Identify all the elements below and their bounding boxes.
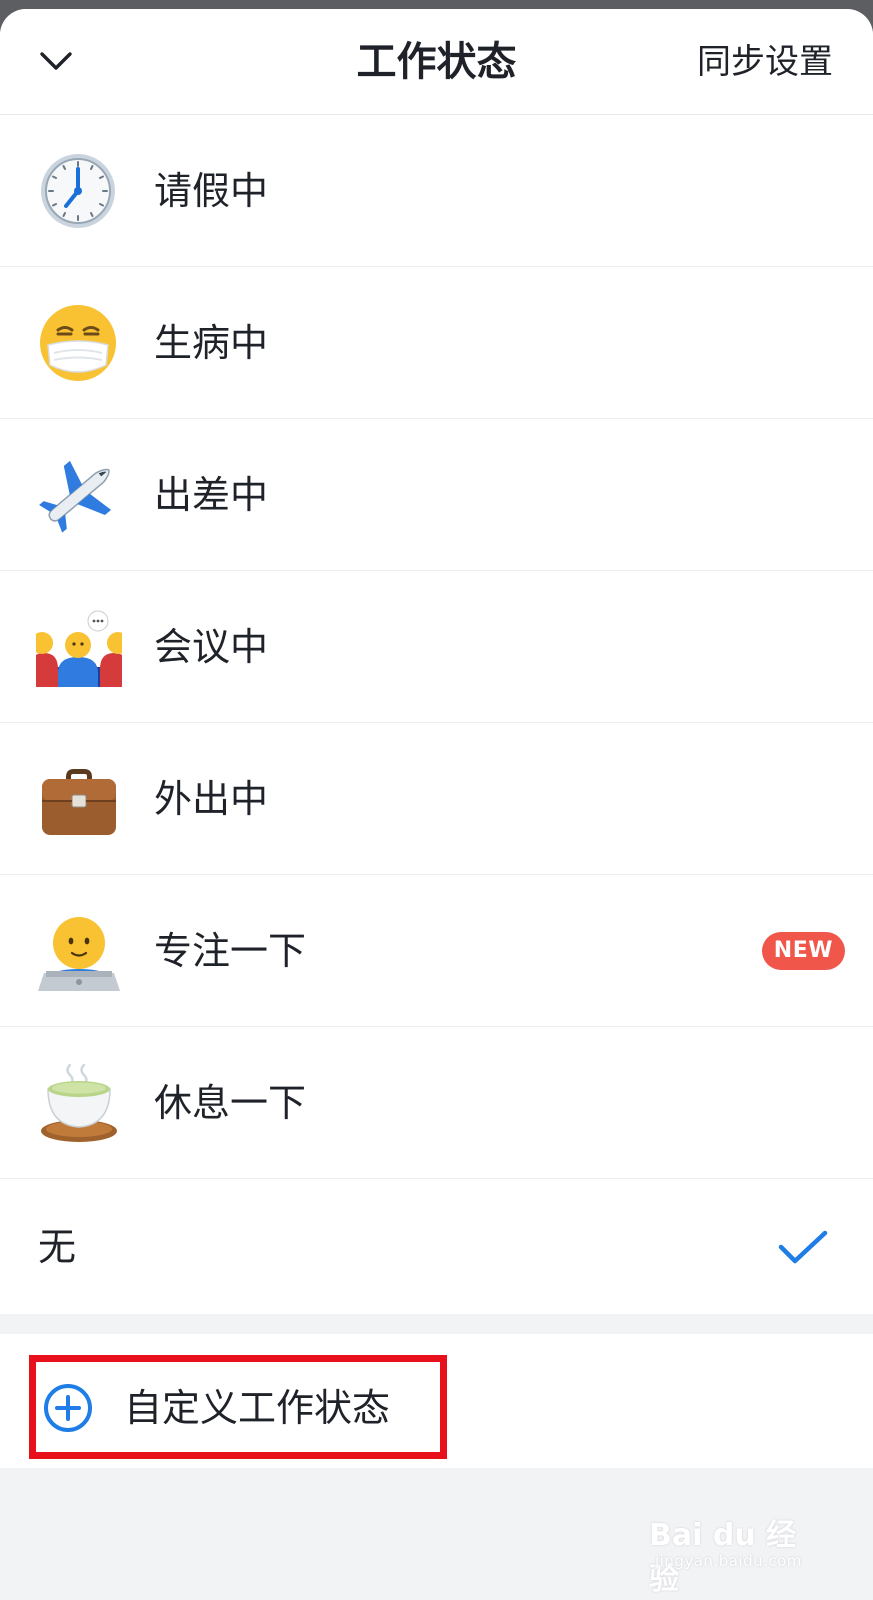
clock-icon [41, 154, 115, 228]
status-item-none[interactable]: 无 [0, 1179, 873, 1314]
new-badge: NEW [761, 931, 845, 970]
meeting-people-icon [36, 610, 122, 687]
status-item-meeting[interactable]: 会议中 [0, 571, 873, 723]
status-label: 专注一下 [154, 928, 307, 973]
work-status-sheet: 工作状态 同步设置 请假中 生病中 出差中 会议中 外出中 专注一下 NEW 休… [0, 9, 873, 1600]
custom-status-section: 自定义工作状态 [0, 1334, 873, 1468]
briefcase-icon [42, 769, 116, 835]
collapse-button[interactable] [30, 39, 82, 83]
watermark: Bai du 经验 jingyan.baidu.com [649, 1510, 809, 1597]
section-divider [0, 1314, 873, 1334]
status-label: 请假中 [154, 168, 269, 213]
status-label: 生病中 [154, 320, 269, 365]
custom-work-status-button[interactable]: 自定义工作状态 [29, 1355, 447, 1459]
laptop-person-icon [38, 917, 120, 991]
status-label: 外出中 [154, 776, 269, 821]
tea-cup-icon [41, 1063, 117, 1142]
status-label: 出差中 [154, 472, 269, 517]
status-item-focus[interactable]: 专注一下 NEW [0, 875, 873, 1027]
airplane-icon [39, 460, 112, 533]
custom-status-label: 自定义工作状态 [124, 1386, 391, 1430]
watermark-url: jingyan.baidu.com [655, 1552, 802, 1570]
status-item-business-trip[interactable]: 出差中 [0, 419, 873, 571]
status-label: 休息一下 [154, 1080, 307, 1125]
status-item-sick[interactable]: 生病中 [0, 267, 873, 419]
plus-circle-icon [44, 1384, 92, 1432]
status-item-break[interactable]: 休息一下 [0, 1027, 873, 1179]
status-item-leave[interactable]: 请假中 [0, 115, 873, 267]
status-list: 请假中 生病中 出差中 会议中 外出中 专注一下 NEW 休息一下 无 自定义工… [0, 115, 873, 1468]
status-label: 会议中 [154, 624, 269, 669]
mask-face-icon [40, 305, 116, 381]
chevron-down-icon [40, 52, 72, 70]
checkmark-icon [778, 1230, 828, 1263]
none-label: 无 [38, 1224, 77, 1269]
status-item-out[interactable]: 外出中 [0, 723, 873, 875]
sheet-header: 工作状态 同步设置 [0, 9, 873, 115]
sync-settings-button[interactable]: 同步设置 [697, 39, 833, 85]
